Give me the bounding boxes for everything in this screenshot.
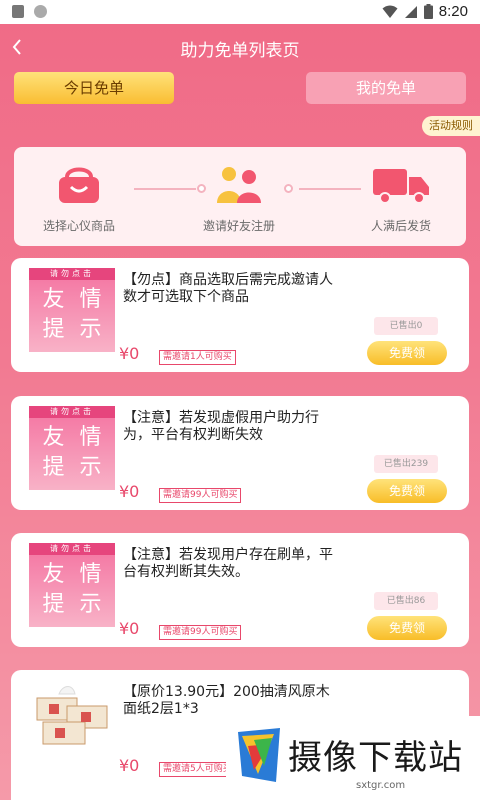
clock: 8:20 [438,3,468,20]
thumbnail-char: 提 [42,455,65,480]
claim-free-button[interactable]: 免费领 [367,616,447,640]
product-card[interactable]: 请勿点击 友 情 提 示 【勿点】商品选取后需完成邀请人数才可选取下个商品 ¥0… [11,258,469,372]
product-price: ¥0 [119,756,140,775]
tab-today-free[interactable]: 今日免单 [14,72,174,104]
shopping-basket-icon [59,167,99,203]
claim-free-button[interactable]: 免费领 [367,479,447,503]
claim-free-button[interactable]: 免费领 [367,341,447,365]
product-card[interactable]: 请勿点击 友 情 提 示 【注意】若发现用户存在刷单，平台有权判断其失效。 ¥0… [11,533,469,647]
invite-requirement-badge: 需邀请99人可购买 [159,625,242,640]
battery-icon [423,4,433,19]
sold-count-badge: 已售出0 [374,317,438,335]
watermark-url: sxtgr.com [356,780,406,791]
invite-requirement-badge: 需邀请1人可购买 [159,350,236,365]
watermark-text: 摄像下载站 [288,738,463,778]
product-thumbnail: 请勿点击 友 情 提 示 [29,406,115,490]
page-title: 助力免单列表页 [180,41,300,61]
product-title: 【勿点】商品选取后需完成邀请人数才可选取下个商品 [123,272,333,305]
invite-requirement-badge: 需邀请5人可购买 [159,762,236,777]
step-label: 人满后发货 [370,219,431,233]
tab-my-free[interactable]: 我的免单 [306,72,466,104]
thumbnail-char: 情 [79,287,102,312]
step-label: 邀请好友注册 [202,219,275,233]
tissue-product-image [29,680,115,764]
step-dot [284,184,293,193]
activity-rules-button[interactable]: 活动规则 [422,116,480,136]
invite-requirement-badge: 需邀请99人可购买 [159,488,242,503]
thumbnail-header: 请勿点击 [29,406,115,418]
wifi-icon [382,5,398,18]
status-bar: 8:20 [0,0,480,24]
product-title: 【注意】若发现虚假用户助力行为，平台有权判断失效 [123,410,319,443]
two-people-icon [217,167,261,203]
thumbnail-header: 请勿点击 [29,543,115,555]
product-price: ¥0 [119,344,140,363]
thumbnail-char: 友 [42,562,65,587]
product-title: 【原价13.90元】200抽清风原木面纸2层1*3 [123,684,330,717]
product-thumbnail: 请勿点击 友 情 提 示 [29,268,115,352]
thumbnail-char: 提 [42,592,65,617]
product-thumbnail: 请勿点击 友 情 提 示 [29,543,115,627]
sold-count-badge: 已售出239 [374,455,438,473]
thumbnail-char: 友 [42,287,65,312]
thumbnail-char: 示 [79,455,102,480]
sold-count-badge: 已售出86 [374,592,438,610]
site-logo-icon [238,728,280,782]
notification-dot-icon [34,5,47,18]
step-ship: 人满后发货 [346,165,456,234]
thumbnail-char: 示 [79,317,102,342]
step-invite-friends: 邀请好友注册 [184,165,294,234]
tissue-box-icon [36,686,108,745]
app-bar: 助力免单列表页 [0,24,480,72]
thumbnail-char: 情 [79,425,102,450]
thumbnail-char: 友 [42,425,65,450]
thumbnail-char: 提 [42,317,65,342]
thumbnail-char: 示 [79,592,102,617]
delivery-truck-icon [373,169,429,204]
thumbnail-header: 请勿点击 [29,268,115,280]
product-title: 【注意】若发现用户存在刷单，平台有权判断其失效。 [123,547,333,580]
step-label: 选择心仪商品 [42,219,115,233]
product-card[interactable]: 请勿点击 友 情 提 示 【注意】若发现虚假用户助力行为，平台有权判断失效 ¥0… [11,396,469,510]
signal-icon [404,5,417,18]
thumbnail-char: 情 [79,562,102,587]
product-price: ¥0 [119,619,140,638]
product-price: ¥0 [119,482,140,501]
sim-card-icon [12,5,24,18]
watermark-overlay: 摄像下载站 sxtgr.com [226,716,480,800]
step-choose-product: 选择心仪商品 [24,165,134,234]
steps-panel: 选择心仪商品 邀请好友注册 人满后发货 [14,147,466,246]
